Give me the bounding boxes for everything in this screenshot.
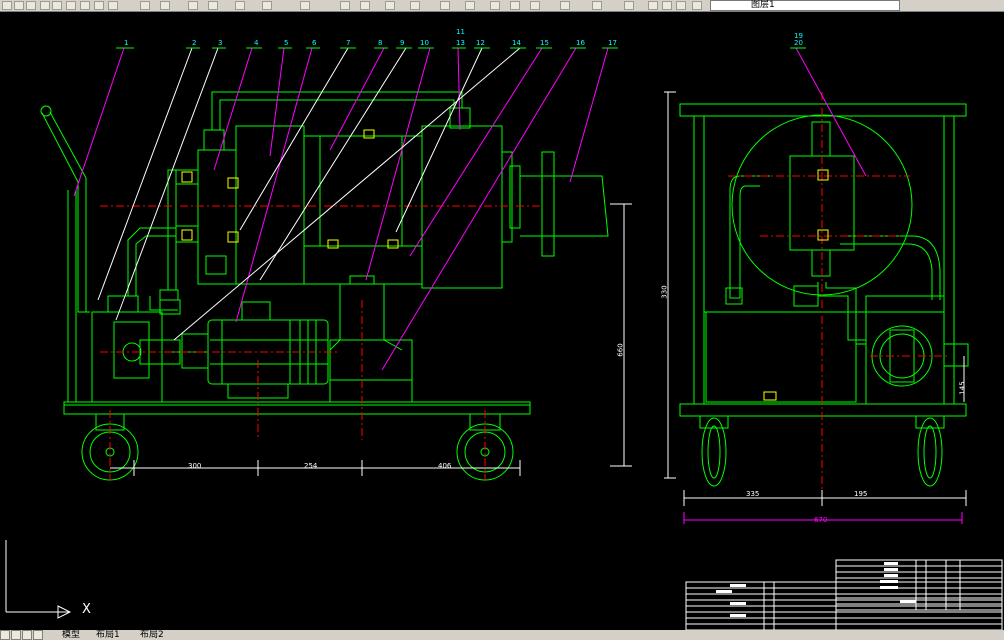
base-frame: [63, 401, 531, 415]
dimension-text: 660: [616, 343, 625, 357]
gear-pump-front: [91, 311, 163, 403]
balloon-label: 7: [346, 39, 351, 47]
layer-freeze-icon[interactable]: [662, 1, 672, 10]
cad-toolbar: 图层1: [0, 0, 1004, 12]
support-column: [329, 339, 413, 403]
dimension-text: 300: [188, 462, 202, 470]
publish-icon[interactable]: [66, 1, 76, 10]
help-icon[interactable]: [510, 1, 520, 10]
tab-layout1[interactable]: 布局1: [96, 630, 120, 640]
balloon-label: 6: [312, 39, 317, 47]
cad-drawing[interactable]: [0, 12, 1004, 630]
layer-state-icon[interactable]: [624, 1, 634, 10]
balloon-label: 14: [512, 39, 521, 47]
layer-lock-icon[interactable]: [676, 1, 686, 10]
balloon-label: 5: [284, 39, 289, 47]
title-block-table: [835, 559, 1003, 611]
sheet-set-icon[interactable]: [440, 1, 450, 10]
open-file-icon[interactable]: [14, 1, 24, 10]
zoom-previous-icon[interactable]: [340, 1, 350, 10]
save-icon[interactable]: [26, 1, 36, 10]
balloon-label: 17: [608, 39, 617, 47]
block-icon[interactable]: [530, 1, 540, 10]
balloon-label: 2: [192, 39, 197, 47]
side-top-frame: [679, 103, 967, 117]
balloon-label: 8: [378, 39, 383, 47]
balloon-label: 9: [400, 39, 405, 47]
filter-cap-left: [235, 125, 305, 285]
side-base-frame: [679, 403, 967, 417]
print-icon[interactable]: [40, 1, 50, 10]
balloon-label: 10: [420, 39, 429, 47]
design-center-icon[interactable]: [385, 1, 395, 10]
balloon-label: 16: [576, 39, 585, 47]
cart-handle: [41, 112, 90, 313]
balloon-label: 20: [794, 39, 803, 47]
drawing-canvas[interactable]: 1 2 3 4 5 6 7 8 9 10 11 13 12 14 15 16 1…: [0, 12, 1004, 630]
layer-dropdown-value: 图层1: [751, 0, 775, 10]
new-file-icon[interactable]: [2, 1, 12, 10]
redo-icon[interactable]: [208, 1, 218, 10]
dimension-text: 670: [814, 516, 828, 524]
zoom-realtime-icon[interactable]: [262, 1, 272, 10]
hatch-icon[interactable]: [560, 1, 570, 10]
balloon-label: 15: [540, 39, 549, 47]
plot-icon[interactable]: [80, 1, 90, 10]
next-tab-icon[interactable]: [22, 630, 32, 640]
zoom-window-icon[interactable]: [300, 1, 310, 10]
quickcalc-icon[interactable]: [490, 1, 500, 10]
balloon-label: 11: [456, 28, 465, 36]
ucs-x-label: X: [82, 602, 91, 617]
copy-icon[interactable]: [108, 1, 118, 10]
layer-light-icon[interactable]: [648, 1, 658, 10]
preview-icon[interactable]: [52, 1, 62, 10]
tab-model[interactable]: 模型: [62, 630, 80, 640]
balloon-label: 3: [218, 39, 223, 47]
dimension-text: 330: [660, 285, 669, 299]
layer-dropdown[interactable]: 图层1: [710, 0, 900, 11]
paste-icon[interactable]: [140, 1, 150, 10]
cut-icon[interactable]: [94, 1, 104, 10]
tab-layout2[interactable]: 布局2: [140, 630, 164, 640]
dimension-text: 254: [304, 462, 318, 470]
pan-icon[interactable]: [235, 1, 245, 10]
dimension-text: 406: [438, 462, 452, 470]
last-tab-icon[interactable]: [33, 630, 43, 640]
coupling: [181, 333, 209, 369]
dimension-text: 145: [958, 381, 967, 395]
match-properties-icon[interactable]: [160, 1, 170, 10]
dimension-text: 195: [854, 490, 868, 498]
balloon-label: 12: [476, 39, 485, 47]
valve-block: [197, 149, 237, 285]
filter-body: [303, 135, 423, 285]
balloon-label: 1: [124, 39, 129, 47]
undo-icon[interactable]: [188, 1, 198, 10]
layout-tabs: 模型 布局1 布局2: [0, 630, 1004, 640]
properties-icon[interactable]: [360, 1, 370, 10]
dimension-text: 335: [746, 490, 760, 498]
markup-icon[interactable]: [465, 1, 475, 10]
first-tab-icon[interactable]: [0, 630, 10, 640]
prev-tab-icon[interactable]: [11, 630, 21, 640]
balloon-label: 4: [254, 39, 259, 47]
balloon-label: 13: [456, 39, 465, 47]
layer-color-icon[interactable]: [692, 1, 702, 10]
top-pipe: [211, 91, 463, 130]
layer-manager-icon[interactable]: [592, 1, 602, 10]
tool-palettes-icon[interactable]: [410, 1, 420, 10]
ucs-icon: [5, 540, 72, 619]
